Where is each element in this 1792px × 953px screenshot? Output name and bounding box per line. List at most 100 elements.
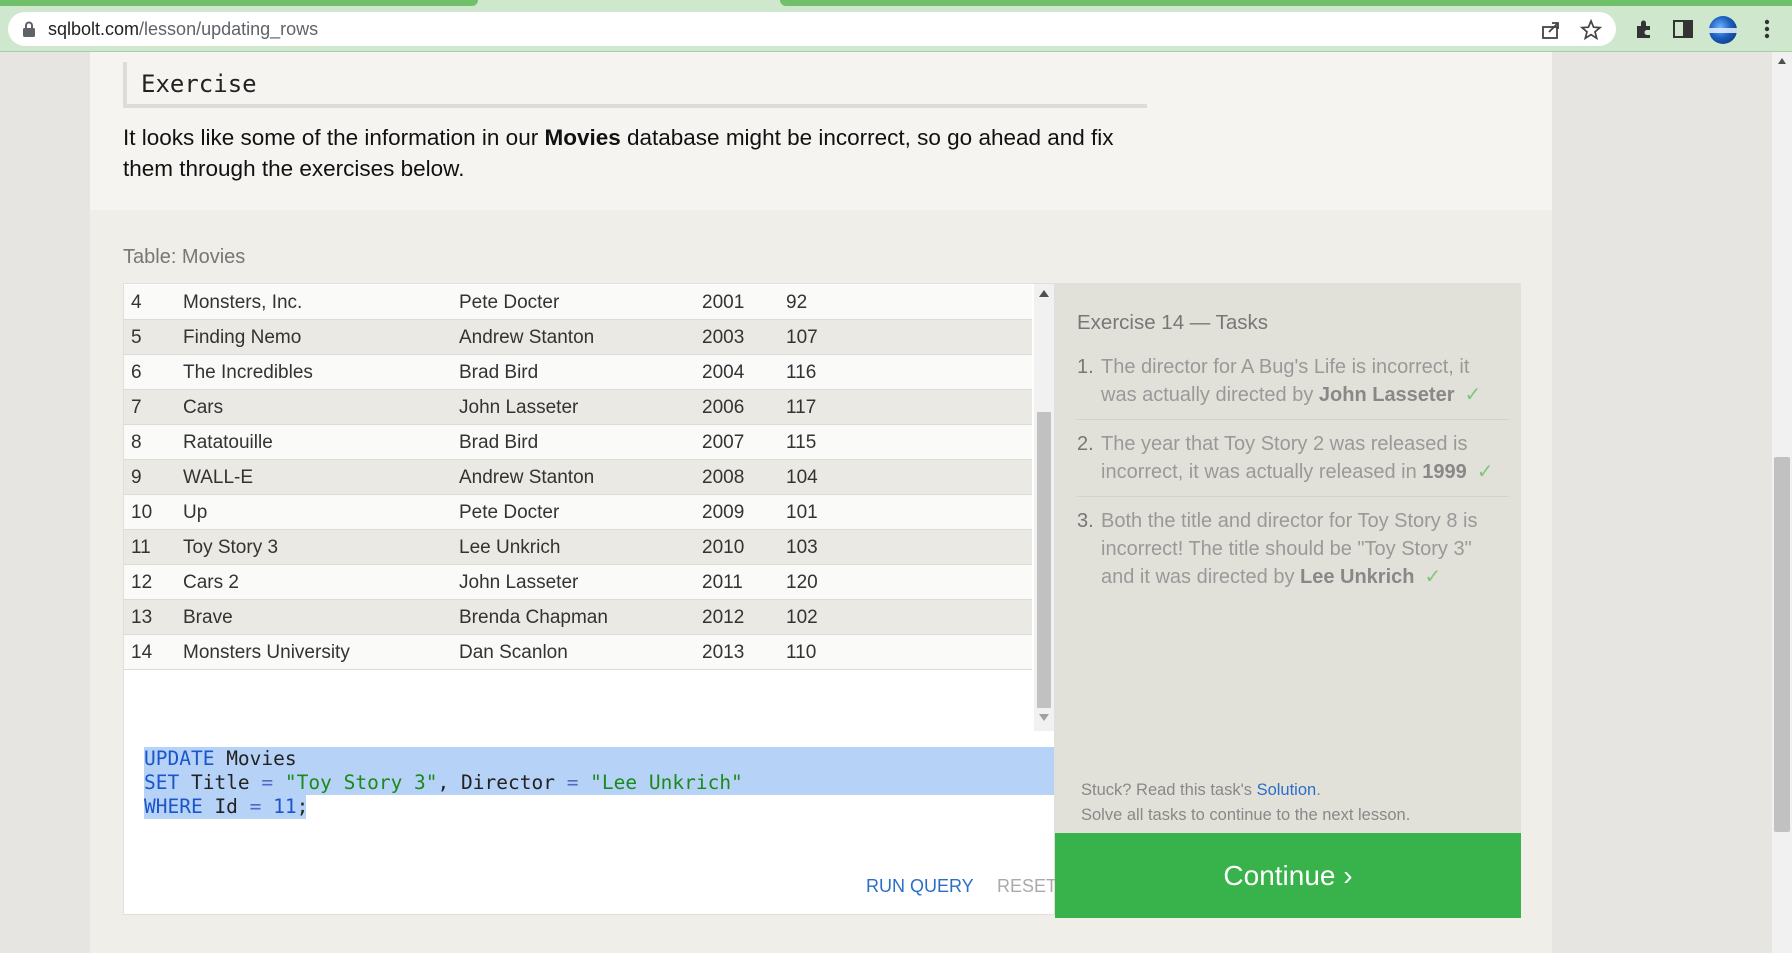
code-id-col: Id — [202, 795, 250, 818]
cell-id: 9 — [131, 467, 142, 488]
task-list: 1. The director for A Bug's Life is incor… — [1077, 353, 1509, 611]
share-icon[interactable] — [1540, 19, 1562, 41]
cell-title: Cars — [183, 397, 224, 418]
movies-table[interactable]: 4 Monsters, Inc. Pete Docter 2001 92 5 Finding… — [123, 283, 1055, 733]
cell-year: 2012 — [702, 607, 745, 628]
task-bold: John Lasseter — [1318, 384, 1455, 406]
task-item: 2. The year that Toy Story 2 was released… — [1077, 430, 1509, 497]
code-equals: = — [249, 795, 262, 818]
run-query-button[interactable]: RUN QUERY — [866, 876, 974, 897]
cell-length: 116 — [786, 362, 817, 383]
reset-button[interactable]: RESET — [997, 876, 1057, 897]
help-text: Stuck? Read this task's Solution. Solve … — [1081, 778, 1410, 828]
cell-year: 2007 — [702, 432, 745, 453]
cell-director: Andrew Stanton — [459, 467, 595, 488]
profile-avatar[interactable] — [1709, 16, 1737, 44]
code-equals: = — [566, 771, 579, 794]
scroll-down-arrow-icon[interactable] — [1039, 714, 1049, 721]
code-string-title: "Toy Story 3" — [273, 771, 438, 794]
cell-title: Ratatouille — [183, 432, 273, 453]
url-text[interactable]: sqlbolt.com/lesson/updating_rows — [48, 19, 318, 40]
code-equals: = — [261, 771, 274, 794]
cell-title: The Incredibles — [183, 362, 313, 383]
code-number: 11 — [261, 795, 297, 818]
menu-kebab-icon[interactable] — [1756, 18, 1778, 40]
cell-id: 5 — [131, 327, 142, 348]
cell-year: 2001 — [702, 292, 745, 313]
scroll-up-arrow-icon[interactable] — [1039, 290, 1049, 297]
intro-text-start: It looks like some of the information in… — [123, 125, 545, 150]
cell-year: 2010 — [702, 537, 745, 558]
cell-length: 110 — [786, 642, 817, 663]
task-item: 3. Both the title and director for Toy St… — [1077, 507, 1509, 601]
table-row: 11 Toy Story 3 Lee Unkrich 2010 103 — [124, 530, 1032, 565]
sql-code[interactable]: UPDATE Movies SET Title = "Toy Story 3",… — [144, 747, 743, 819]
cell-year: 2009 — [702, 502, 745, 523]
cell-length: 117 — [786, 397, 817, 418]
cell-director: John Lasseter — [459, 572, 579, 593]
cell-id: 12 — [131, 572, 153, 593]
exercise-heading: Exercise — [123, 62, 1147, 108]
tasks-panel: Exercise 14 — Tasks 1. The director for A… — [1055, 283, 1521, 833]
cell-id: 8 — [131, 432, 142, 453]
cell-year: 2011 — [702, 572, 743, 593]
extensions-icon[interactable] — [1633, 18, 1655, 40]
cell-length: 103 — [786, 537, 818, 558]
address-bar[interactable]: sqlbolt.com/lesson/updating_rows — [8, 12, 1616, 46]
cell-title: Up — [183, 502, 208, 523]
sql-editor[interactable]: UPDATE Movies SET Title = "Toy Story 3",… — [123, 731, 1057, 915]
cell-id: 7 — [131, 397, 142, 418]
url-path: /lesson/updating_rows — [139, 19, 319, 39]
page-scroll-thumb[interactable] — [1774, 457, 1790, 832]
cell-id: 6 — [131, 362, 142, 383]
lesson-page: Exercise It looks like some of the infor… — [90, 52, 1552, 953]
cell-director: Pete Docter — [459, 292, 560, 313]
cell-title: Monsters, Inc. — [183, 292, 303, 313]
table-row: 14 Monsters University Dan Scanlon 2013 110 — [124, 635, 1032, 670]
bookmark-star-icon[interactable] — [1580, 19, 1602, 41]
cell-director: Andrew Stanton — [459, 327, 595, 348]
cell-title: WALL-E — [183, 467, 254, 488]
code-semicolon: ; — [296, 795, 309, 818]
lock-icon[interactable] — [22, 21, 36, 37]
cell-id: 14 — [131, 642, 153, 663]
cell-length: 92 — [786, 292, 808, 313]
cell-id: 13 — [131, 607, 153, 628]
continue-button[interactable]: Continue › — [1055, 833, 1521, 918]
cell-id: 11 — [131, 537, 151, 558]
check-icon: ✓ — [1476, 461, 1494, 483]
cell-title: Toy Story 3 — [183, 537, 279, 558]
cell-director: Lee Unkrich — [459, 537, 561, 558]
cell-director: Brenda Chapman — [459, 607, 608, 628]
keyword-set: SET — [144, 771, 180, 794]
cell-length: 104 — [786, 467, 818, 488]
table-scrollbar[interactable] — [1034, 284, 1054, 732]
table-row: 13 Brave Brenda Chapman 2012 102 — [124, 600, 1032, 635]
solution-link[interactable]: Solution — [1257, 781, 1317, 799]
code-table-name: Movies — [214, 747, 297, 770]
page-scrollbar[interactable] — [1772, 52, 1792, 953]
exercise-intro-section: Exercise It looks like some of the infor… — [90, 52, 1552, 210]
cell-length: 102 — [786, 607, 818, 628]
table-row: 5 Finding Nemo Andrew Stanton 2003 107 — [124, 320, 1032, 355]
cell-id: 4 — [131, 292, 142, 313]
cell-year: 2013 — [702, 642, 745, 663]
code-director-col: , Director — [437, 771, 567, 794]
cell-director: Pete Docter — [459, 502, 560, 523]
table-row: 6 The Incredibles Brad Bird 2004 116 — [124, 355, 1032, 390]
keyword-update: UPDATE — [144, 747, 215, 770]
exercise-intro: It looks like some of the information in… — [123, 122, 1163, 184]
table-row: 9 WALL-E Andrew Stanton 2008 104 — [124, 460, 1032, 495]
cell-year: 2008 — [702, 467, 745, 488]
check-icon: ✓ — [1464, 384, 1482, 406]
table-row: 4 Monsters, Inc. Pete Docter 2001 92 — [124, 285, 1032, 320]
side-panel-icon[interactable] — [1672, 18, 1694, 40]
page-scroll-up-icon[interactable] — [1778, 58, 1786, 64]
table-scroll-thumb[interactable] — [1037, 412, 1051, 708]
cell-year: 2004 — [702, 362, 745, 383]
cell-length: 120 — [786, 572, 818, 593]
task-number: 1. — [1077, 356, 1094, 378]
table-caption: Table: Movies — [123, 246, 246, 268]
table-row: 10 Up Pete Docter 2009 101 — [124, 495, 1032, 530]
exercise-heading-text: Exercise — [141, 70, 257, 98]
